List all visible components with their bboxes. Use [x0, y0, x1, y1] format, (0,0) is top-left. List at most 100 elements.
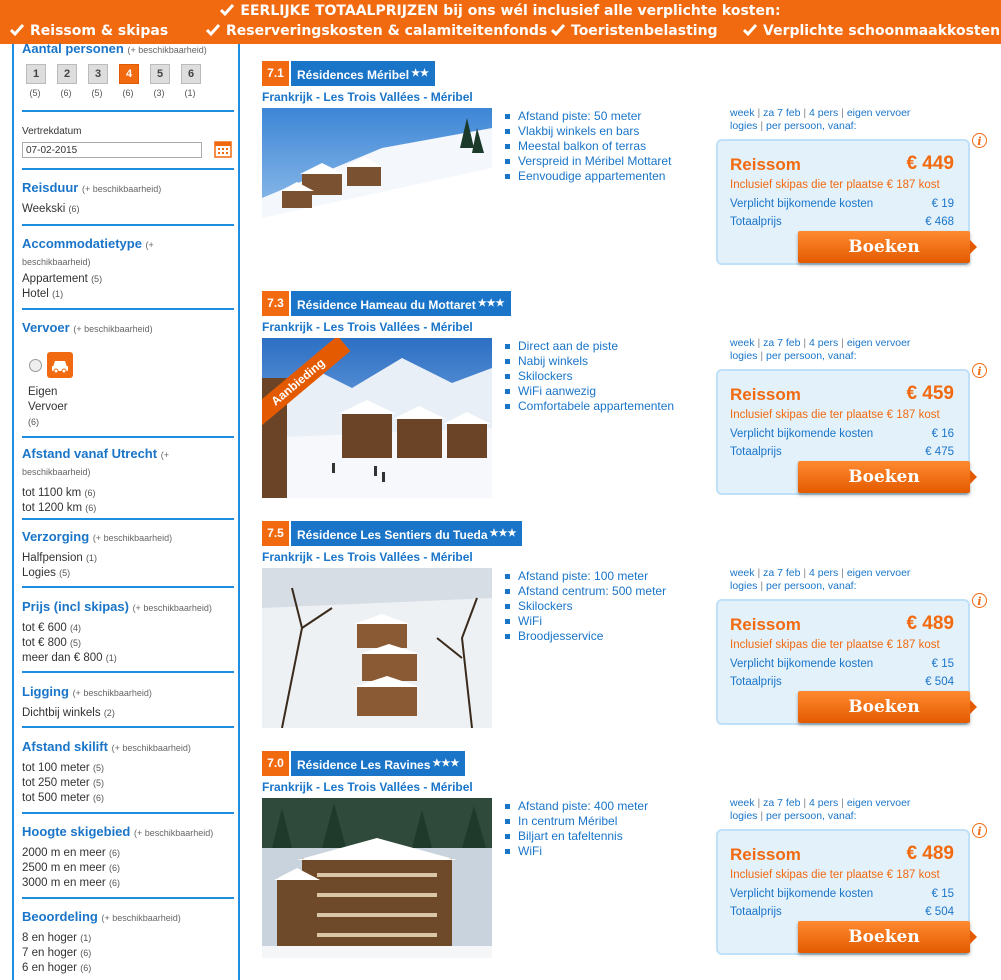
ligging-filter: Ligging (+ beschikbaarheid) Dichtbij win…	[22, 684, 234, 721]
check-icon	[10, 24, 24, 37]
trip-meta: week | za 7 feb | 4 pers | eigen vervoer…	[730, 567, 911, 592]
filter-option[interactable]: 2500 m en meer (6)	[22, 861, 234, 876]
stars-rating: ★★★	[432, 758, 460, 769]
book-button[interactable]: Boeken	[798, 921, 977, 953]
price-value: € 449	[906, 153, 954, 174]
banner-headline: EERLIJKE TOTAALPRIJZEN bij ons wél inclu…	[0, 3, 1001, 19]
info-icon[interactable]: i	[972, 593, 987, 608]
accommodation-photo[interactable]: Aanbieding	[262, 338, 492, 498]
filter-option[interactable]: tot 250 meter (5)	[22, 776, 234, 791]
filter-option[interactable]: 2000 m en meer (6)	[22, 846, 234, 861]
filter-option[interactable]: tot € 600 (4)	[22, 621, 234, 636]
person-option-5[interactable]: 5	[150, 64, 170, 84]
person-count: (1)	[184, 88, 196, 98]
feature-list: Direct aan de piste Nabij winkels Skiloc…	[505, 339, 674, 414]
filter-option[interactable]: Halfpension (1)	[22, 551, 234, 566]
accommodation-name[interactable]: Résidences Méribel ★★	[291, 61, 435, 86]
feature-item: Eenvoudige appartementen	[505, 169, 671, 184]
filter-option[interactable]: Weekski (6)	[22, 202, 234, 217]
trip-meta: week | za 7 feb | 4 pers | eigen vervoer…	[730, 107, 911, 132]
feature-item: WiFi	[505, 614, 666, 629]
filter-option[interactable]: Dichtbij winkels (2)	[22, 706, 234, 721]
info-icon[interactable]: i	[972, 363, 987, 378]
prijs-filter: Prijs (incl skipas) (+ beschikbaarheid) …	[22, 599, 234, 666]
total-row: Totaalprijs € 504	[730, 676, 954, 688]
info-icon[interactable]: i	[972, 133, 987, 148]
person-option-1[interactable]: 1	[26, 64, 46, 84]
banner-item: Reissom & skipas	[10, 23, 168, 39]
ligging-title: Ligging	[22, 684, 69, 699]
feature-item: Skilockers	[505, 599, 666, 614]
divider	[22, 518, 234, 520]
filter-option[interactable]: tot 1100 km (6)	[22, 486, 234, 501]
calendar-icon[interactable]	[214, 140, 232, 158]
rating-score: 7.1	[262, 61, 289, 86]
person-option-2[interactable]: 2	[57, 64, 77, 84]
skipas-note: Inclusief skipas die ter plaatse € 187 k…	[730, 179, 940, 191]
info-icon[interactable]: i	[972, 823, 987, 838]
region-link[interactable]: Frankrijk - Les Trois Vallées - Méribel	[262, 320, 473, 334]
feature-list: Afstand piste: 50 meter Vlakbij winkels …	[505, 109, 671, 184]
reisduur-title: Reisduur	[22, 180, 79, 195]
person-count: (5)	[91, 88, 103, 98]
filter-option[interactable]: Hotel (1)	[22, 287, 234, 302]
book-button[interactable]: Boeken	[798, 461, 977, 493]
top-banner: EERLIJKE TOTAALPRIJZEN bij ons wél inclu…	[0, 0, 1001, 44]
reissom-label: Reissom	[730, 385, 801, 404]
vervoer-filter: Vervoer (+ beschikbaarheid)	[22, 320, 153, 335]
filter-option[interactable]: tot € 800 (5)	[22, 636, 234, 651]
filter-option[interactable]: tot 1200 km (6)	[22, 501, 234, 516]
price-value: € 459	[906, 383, 954, 404]
car-option-button[interactable]	[47, 352, 73, 378]
accommodation-photo[interactable]	[262, 798, 492, 958]
feature-item: Vlakbij winkels en bars	[505, 124, 671, 139]
book-button[interactable]: Boeken	[798, 691, 977, 723]
person-option-3[interactable]: 3	[88, 64, 108, 84]
region-link[interactable]: Frankrijk - Les Trois Vallées - Méribel	[262, 550, 473, 564]
accommodation-name[interactable]: Résidence Hameau du Mottaret ★★★	[291, 291, 511, 316]
divider	[22, 897, 234, 899]
person-option-4[interactable]: 4	[119, 64, 139, 84]
divider	[22, 168, 234, 170]
date-label: Vertrekdatum	[22, 126, 82, 137]
region-link[interactable]: Frankrijk - Les Trois Vallées - Méribel	[262, 780, 473, 794]
divider	[22, 308, 234, 310]
extra-costs-row: Verplicht bijkomende kosten € 15	[730, 888, 954, 900]
check-icon	[206, 24, 220, 37]
trip-meta: week | za 7 feb | 4 pers | eigen vervoer…	[730, 797, 911, 822]
accommodation-photo[interactable]	[262, 568, 492, 728]
filter-option[interactable]: Logies (5)	[22, 566, 234, 581]
extra-costs-row: Verplicht bijkomende kosten € 16	[730, 428, 954, 440]
feature-item: Nabij winkels	[505, 354, 674, 369]
filter-option[interactable]: 7 en hoger (6)	[22, 946, 234, 961]
check-icon	[220, 4, 235, 17]
vervoer-title: Vervoer	[22, 320, 70, 335]
accommodation-name[interactable]: Résidence Les Sentiers du Tueda ★★★	[291, 521, 523, 546]
filter-option[interactable]: 3000 m en meer (6)	[22, 876, 234, 891]
afstand-filter: Afstand vanaf Utrecht (+ beschikbaarheid…	[22, 446, 234, 516]
verzorging-title: Verzorging	[22, 529, 90, 544]
reissom-label: Reissom	[730, 845, 801, 864]
vervoer-radio[interactable]	[29, 359, 42, 372]
filter-option[interactable]: 8 en hoger (1)	[22, 931, 234, 946]
departure-date-input[interactable]: 07-02-2015	[22, 142, 202, 158]
person-count: (5)	[29, 88, 41, 98]
filter-option[interactable]: tot 100 meter (5)	[22, 761, 234, 776]
filter-option[interactable]: meer dan € 800 (1)	[22, 651, 234, 666]
stars-rating: ★★★	[477, 298, 505, 309]
accommodation-name[interactable]: Résidence Les Ravines ★★★	[291, 751, 466, 776]
person-count: (6)	[60, 88, 72, 98]
region-link[interactable]: Frankrijk - Les Trois Vallées - Méribel	[262, 90, 473, 104]
availability-hint: (+ beschikbaarheid)	[127, 45, 207, 55]
filter-option[interactable]: Appartement (5)	[22, 272, 234, 287]
divider	[22, 586, 234, 588]
person-option-6[interactable]: 6	[181, 64, 201, 84]
hoogte-filter: Hoogte skigebied (+ beschikbaarheid) 200…	[22, 824, 234, 891]
skilift-filter: Afstand skilift (+ beschikbaarheid) tot …	[22, 739, 234, 806]
divider	[22, 436, 234, 438]
beoordeling-filter: Beoordeling (+ beschikbaarheid) 8 en hog…	[22, 909, 234, 976]
book-button[interactable]: Boeken	[798, 231, 977, 263]
filter-option[interactable]: tot 500 meter (6)	[22, 791, 234, 806]
accommodation-photo[interactable]	[262, 108, 492, 268]
filter-option[interactable]: 6 en hoger (6)	[22, 961, 234, 976]
